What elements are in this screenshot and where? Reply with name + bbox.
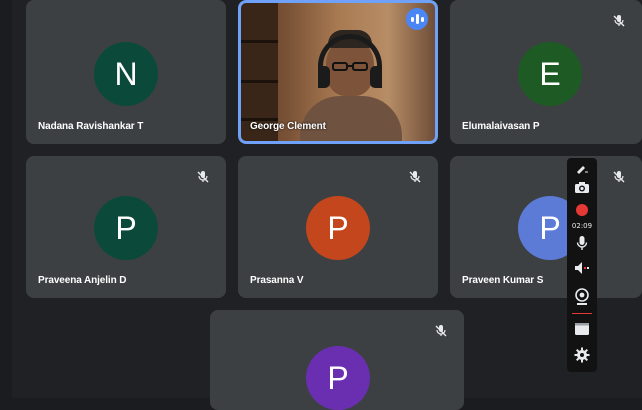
participant-tile-active-speaker[interactable]: George Clement [238,0,438,144]
participant-tile[interactable]: P Praveena Anjelin D [26,156,226,298]
mic-off-icon [435,325,447,337]
screen-recorder-toolbar: 02:09 [567,158,597,372]
avatar-initial: P [327,359,349,396]
gear-icon [574,347,590,363]
participant-tile[interactable]: P Prasanna V [238,156,438,298]
screen-button[interactable] [567,320,597,338]
pencil-icon [577,166,588,174]
participant-tile[interactable]: P [210,310,464,410]
participant-name: Nadana Ravishankar T [38,121,144,132]
participant-tile[interactable]: N Nadana Ravishankar T [26,0,226,144]
mic-off-icon [613,15,625,27]
mic-off-icon [409,171,421,183]
settings-button[interactable] [567,346,597,364]
mic-off-icon [613,171,625,183]
speaking-indicator-icon [406,8,428,30]
screen-icon [575,323,589,335]
camera-icon [575,182,589,193]
speaker-icon [575,262,589,274]
screenshot-button[interactable] [567,178,597,196]
participant-name: Praveen Kumar S [462,275,544,286]
avatar-initial: N [114,55,138,92]
avatar: P [306,346,370,410]
participant-name: Prasanna V [250,275,304,286]
participant-name: Praveena Anjelin D [38,275,127,286]
avatar-initial: P [115,209,137,246]
webcam-button[interactable] [567,286,597,308]
avatar: N [94,42,158,106]
avatar: P [306,196,370,260]
microphone-icon [576,236,588,250]
mic-off-icon [197,171,209,183]
participant-name: Elumalaivasan P [462,121,540,132]
participant-name: George Clement [250,121,326,132]
record-stop-icon [576,204,588,216]
microphone-button[interactable] [567,234,597,252]
speaker-button[interactable] [567,260,597,276]
avatar-initial: E [539,55,561,92]
avatar: P [94,196,158,260]
participant-tile[interactable]: E Elumalaivasan P [450,0,642,144]
webcam-icon [575,288,589,305]
pencil-button[interactable] [567,162,597,176]
meeting-grid: N Nadana Ravishankar T George Clement E … [12,0,642,410]
avatar-initial: P [327,209,349,246]
avatar-initial: P [539,209,561,246]
recording-timer: 02:09 [571,222,593,230]
avatar: E [518,42,582,106]
record-stop-button[interactable] [567,202,597,218]
participant-tile[interactable]: P Praveen Kumar S [450,156,642,298]
